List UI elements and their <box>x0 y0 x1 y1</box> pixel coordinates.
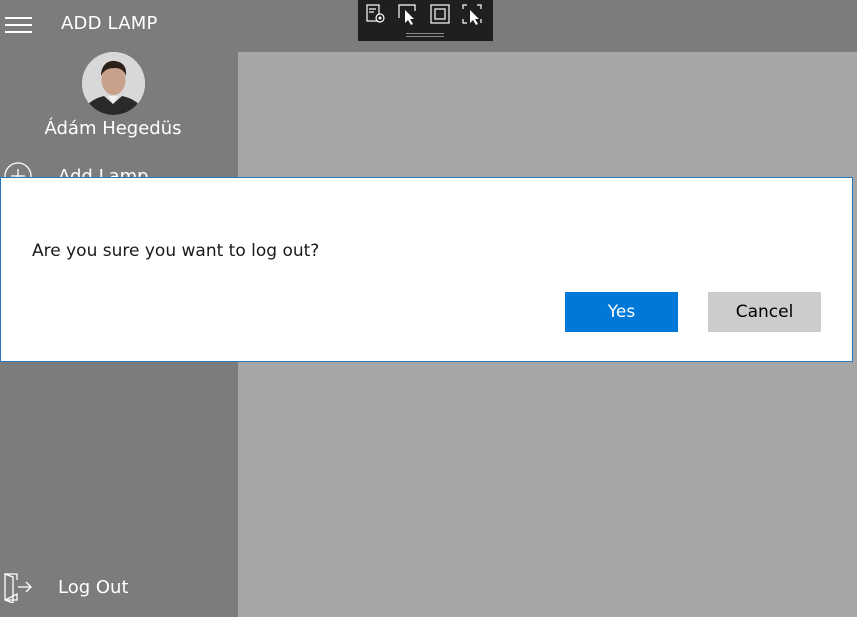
app-window: ADD LAMP Ádám Hegedüs Log Out Are you su… <box>0 0 857 617</box>
yes-button[interactable]: Yes <box>565 292 678 332</box>
sidebar-item-label: Log Out <box>58 577 129 598</box>
display-layout-adorners-icon[interactable] <box>428 2 452 26</box>
user-avatar <box>82 52 145 115</box>
page-title: ADD LAMP <box>61 13 158 34</box>
select-element-icon[interactable] <box>396 2 420 26</box>
debug-toolbar <box>358 0 493 41</box>
sign-out-icon <box>3 571 35 604</box>
live-visual-tree-icon[interactable] <box>364 2 388 26</box>
track-focus-icon[interactable] <box>460 2 484 26</box>
hamburger-menu-icon[interactable] <box>5 14 32 34</box>
toolbar-grip[interactable] <box>406 33 444 37</box>
logout-confirmation-dialog: Are you sure you want to log out? Yes Ca… <box>0 177 853 362</box>
cancel-button[interactable]: Cancel <box>708 292 821 332</box>
sidebar-item-log-out[interactable]: Log Out <box>0 567 238 611</box>
user-name: Ádám Hegedüs <box>44 118 182 139</box>
dialog-message: Are you sure you want to log out? <box>32 241 320 261</box>
